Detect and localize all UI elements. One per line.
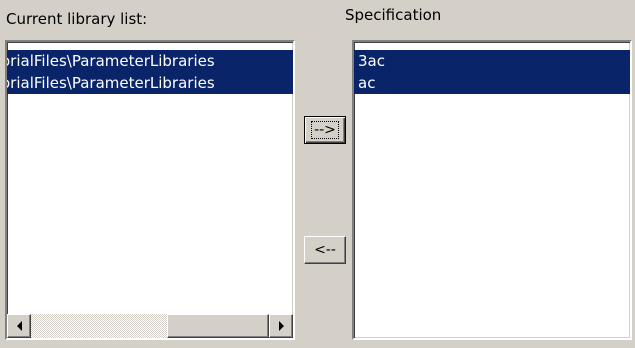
library-list-item[interactable]: orialFiles\ParameterLibraries	[7, 50, 293, 72]
specification-list-item[interactable]: ac	[354, 72, 630, 94]
horizontal-scrollbar[interactable]	[7, 314, 293, 338]
specification-listbox[interactable]: 3ac ac	[352, 40, 632, 340]
specification-label: Specification	[345, 6, 442, 24]
arrow-right-icon	[278, 321, 284, 331]
scrollbar-thumb[interactable]	[167, 314, 269, 338]
library-list-item[interactable]: orialFiles\ParameterLibraries	[7, 72, 293, 94]
scroll-left-button[interactable]	[7, 314, 31, 338]
scroll-right-button[interactable]	[269, 314, 293, 338]
remove-from-specification-button[interactable]: <--	[304, 236, 346, 264]
current-library-listbox[interactable]: orialFiles\ParameterLibraries orialFiles…	[5, 40, 295, 340]
specification-list-item[interactable]: 3ac	[354, 50, 630, 72]
remove-button-label: <--	[314, 242, 336, 258]
add-button-label: -->	[311, 121, 339, 139]
arrow-left-icon	[16, 321, 22, 331]
current-library-list-label: Current library list:	[6, 10, 148, 28]
add-to-specification-button[interactable]: -->	[304, 116, 346, 144]
